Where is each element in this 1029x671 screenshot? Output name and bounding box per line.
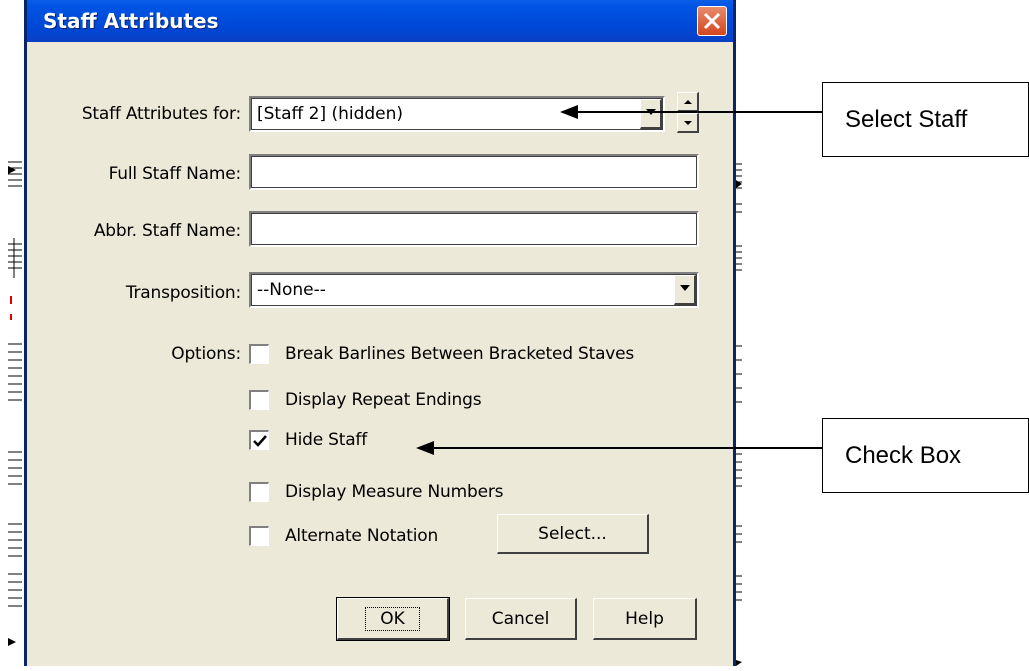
callout-select-staff-text: Select Staff [845, 105, 968, 133]
callout-select-staff: Select Staff [822, 82, 1029, 157]
callout-check-box-text: Check Box [845, 441, 962, 469]
arrow-select-staff-icon [560, 105, 822, 119]
arrow-check-box-icon [416, 441, 822, 455]
callout-check-box: Check Box [822, 418, 1029, 493]
